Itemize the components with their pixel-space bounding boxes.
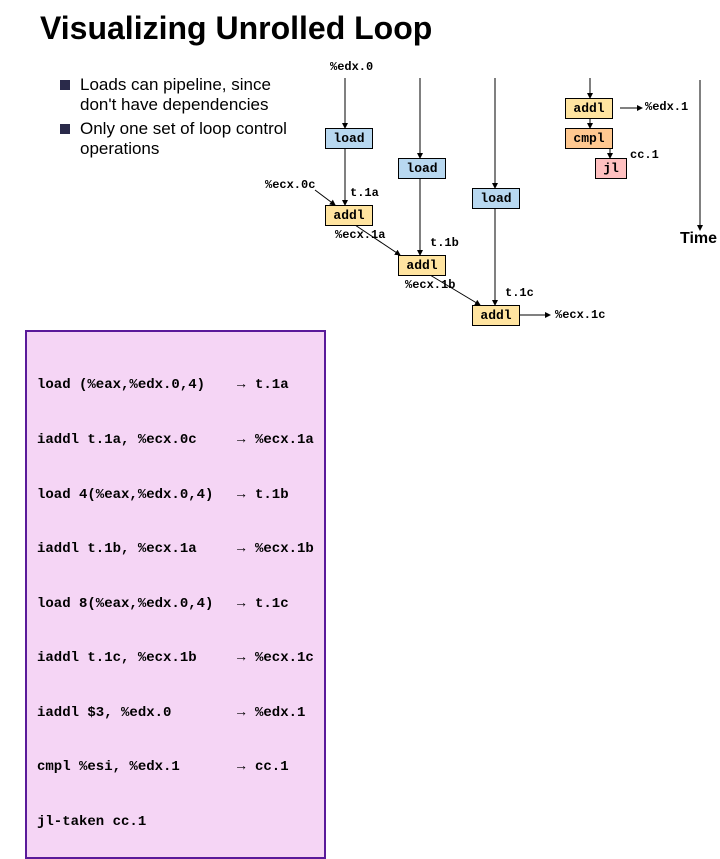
slide-title: Visualizing Unrolled Loop (0, 0, 720, 47)
code-listing: load (%eax,%edx.0,4)→t.1a iaddl t.1a, %e… (25, 330, 326, 859)
op-load: load (472, 188, 520, 209)
dataflow-diagram: %edx.0 load load load addl cmpl jl addl … (300, 60, 710, 380)
bullet-item: Only one set of loop control operations (60, 119, 310, 159)
arrow-icon: → (237, 376, 255, 394)
label-t1a: t.1a (350, 186, 379, 200)
op-cmpl: cmpl (565, 128, 613, 149)
op-addl: addl (565, 98, 613, 119)
arrow-icon: → (237, 486, 255, 504)
code-text: iaddl t.1c, %ecx.1b (37, 649, 237, 667)
label-cc1: cc.1 (630, 148, 659, 162)
code-text: iaddl t.1a, %ecx.0c (37, 431, 237, 449)
arrow-icon: → (237, 431, 255, 449)
bullet-text: Loads can pipeline, since don't have dep… (80, 75, 310, 115)
arrow-icon (237, 813, 255, 831)
arrow-icon: → (237, 758, 255, 776)
code-text: load 4(%eax,%edx.0,4) (37, 486, 237, 504)
arrow-icon: → (237, 649, 255, 667)
bullet-icon (60, 80, 70, 90)
label-edx0: %edx.0 (330, 60, 373, 74)
code-text: cmpl %esi, %edx.1 (37, 758, 237, 776)
label-ecx1a: %ecx.1a (335, 228, 385, 242)
label-ecx1c: %ecx.1c (555, 308, 605, 322)
label-ecx1b: %ecx.1b (405, 278, 455, 292)
bullet-icon (60, 124, 70, 134)
bullet-text: Only one set of loop control operations (80, 119, 310, 159)
arrow-icon: → (237, 704, 255, 722)
code-text: cc.1 (255, 758, 289, 776)
code-text: iaddl $3, %edx.0 (37, 704, 237, 722)
bullet-item: Loads can pipeline, since don't have dep… (60, 75, 310, 115)
code-text: load (%eax,%edx.0,4) (37, 376, 237, 394)
code-text: %ecx.1a (255, 431, 314, 449)
code-text: jl-taken cc.1 (37, 813, 237, 831)
arrow-icon: → (237, 540, 255, 558)
code-text: t.1c (255, 595, 289, 613)
code-text: %ecx.1b (255, 540, 314, 558)
code-text: t.1a (255, 376, 289, 394)
code-text: t.1b (255, 486, 289, 504)
code-text: %ecx.1c (255, 649, 314, 667)
op-jl: jl (595, 158, 627, 179)
op-load: load (398, 158, 446, 179)
op-addl: addl (472, 305, 520, 326)
time-axis-label: Time (680, 230, 717, 248)
label-t1b: t.1b (430, 236, 459, 250)
bullet-list: Loads can pipeline, since don't have dep… (60, 75, 310, 163)
code-text: %edx.1 (255, 704, 305, 722)
op-load: load (325, 128, 373, 149)
label-t1c: t.1c (505, 286, 534, 300)
op-addl: addl (398, 255, 446, 276)
code-text: iaddl t.1b, %ecx.1a (37, 540, 237, 558)
arrow-icon: → (237, 595, 255, 613)
code-text: load 8(%eax,%edx.0,4) (37, 595, 237, 613)
op-addl: addl (325, 205, 373, 226)
label-ecx0c: %ecx.0c (265, 178, 315, 192)
label-edx1: %edx.1 (645, 100, 688, 114)
